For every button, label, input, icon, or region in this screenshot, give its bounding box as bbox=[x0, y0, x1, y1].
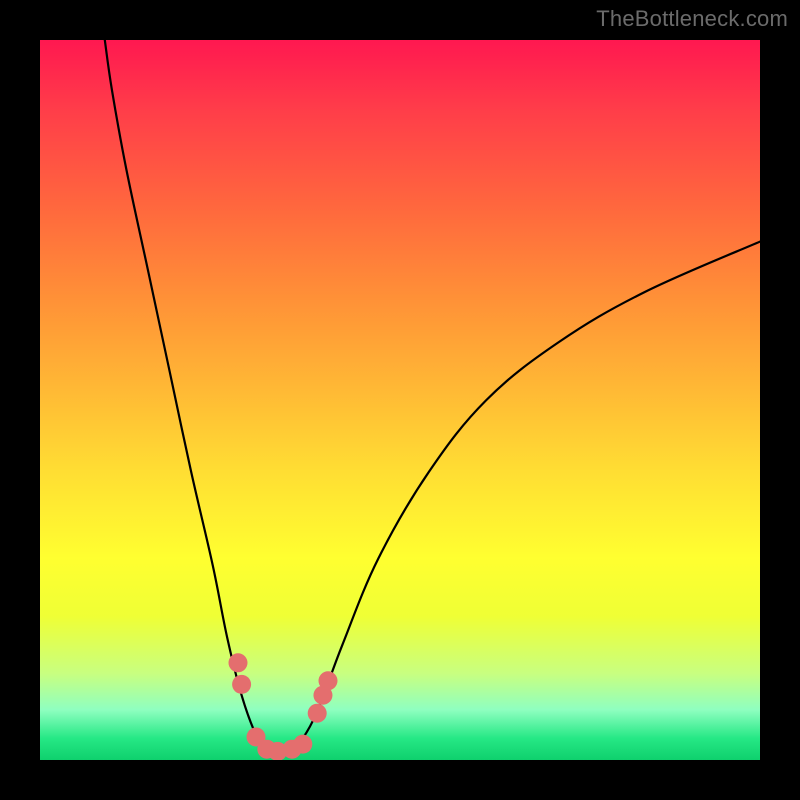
marker-point bbox=[232, 675, 251, 694]
marker-point bbox=[293, 735, 312, 754]
plot-area bbox=[40, 40, 760, 760]
curve-bottleneck-curve bbox=[105, 40, 760, 752]
marker-point bbox=[319, 671, 338, 690]
chart-frame: TheBottleneck.com bbox=[0, 0, 800, 800]
marker-point bbox=[308, 704, 327, 723]
chart-svg bbox=[40, 40, 760, 760]
watermark-text: TheBottleneck.com bbox=[596, 6, 788, 32]
marker-point bbox=[229, 653, 248, 672]
